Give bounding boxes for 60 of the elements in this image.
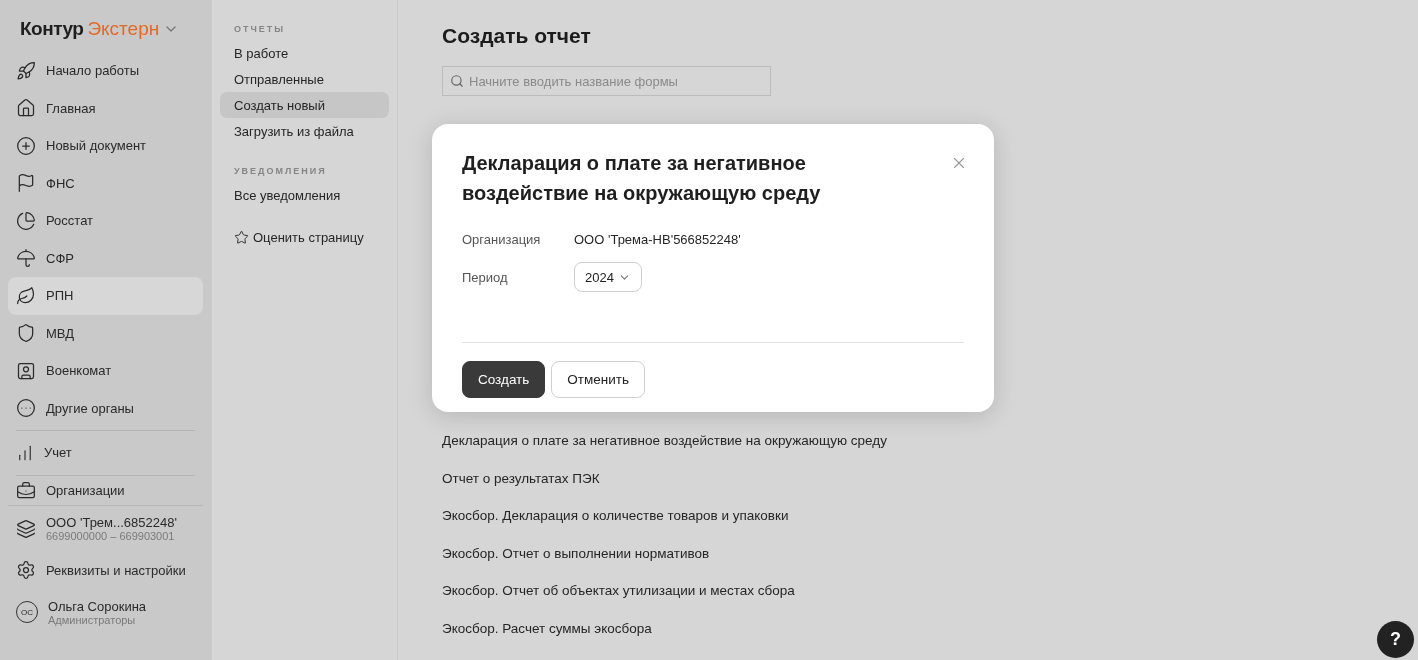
search-icon [450, 74, 464, 88]
nav-item[interactable]: Организации [8, 478, 203, 503]
subnav-item[interactable]: Отправленные [220, 66, 389, 92]
field-label: Организация [462, 231, 542, 247]
settings-icon [16, 560, 36, 581]
nav-icon [16, 98, 36, 119]
dialog-title: Декларация о плате за негативное воздействие на окружающую среду [462, 151, 822, 206]
field-label: Период [462, 269, 509, 285]
nav-item[interactable]: Учет [8, 434, 203, 472]
create-button[interactable]: Создать [462, 361, 546, 398]
organization-name: ООО 'Трем...6852248' [46, 515, 177, 530]
nav-item[interactable]: Военкомат [8, 352, 203, 390]
nav-icon [16, 398, 36, 419]
nav-icon [16, 210, 36, 231]
nav-item[interactable]: Реквизиты и настройки [8, 551, 203, 589]
chart-icon [16, 443, 34, 462]
user-name: Ольга Сорокина [48, 598, 147, 614]
nav-icon [16, 173, 36, 194]
period-select[interactable]: 2024 [574, 262, 642, 292]
field-value: ООО 'Трема-НВ'566852248' [574, 231, 742, 247]
organization-switcher[interactable]: ООО 'Трем...6852248' 6699000000 – 669903001 [8, 505, 203, 552]
search-field[interactable]: Начните вводить название формы [442, 66, 771, 96]
cancel-button[interactable]: Отменить [551, 361, 645, 398]
section-title: УВЕДОМЛЕНИЯ [233, 166, 328, 178]
nav-icon [16, 135, 36, 156]
nav-item[interactable]: Новый документ [8, 127, 203, 165]
subnav-item[interactable]: Загрузить из файла [220, 118, 389, 144]
nav-item[interactable]: ФНС [8, 164, 203, 202]
help-button[interactable]: ? [1377, 621, 1414, 658]
section-title: ОТЧЕТЫ [233, 24, 287, 36]
nav-icon [16, 360, 36, 381]
form-list-item[interactable]: Декларация о плате за негативное воздействие на окружающую среду [442, 422, 1374, 460]
nav-item[interactable]: МВД [8, 314, 203, 352]
user-role: Администраторы [48, 613, 136, 626]
nav-item[interactable]: Главная [8, 89, 203, 127]
nav-icon [16, 323, 36, 344]
briefcase-icon [16, 480, 36, 501]
form-list-item[interactable]: Экосбор. Отчет об объектах утилизации и местах сбора [442, 572, 1374, 610]
nav-item[interactable]: СФР [8, 239, 203, 277]
nav-icon [16, 248, 36, 269]
user-profile[interactable]: ОС Ольга Сорокина Администраторы [8, 589, 203, 635]
form-list-item[interactable]: Экосбор. Отчет о выполнении нормативов [442, 534, 1374, 572]
nav-icon [16, 285, 36, 306]
nav-item[interactable]: РПН [8, 277, 203, 315]
nav-icon [16, 60, 36, 81]
subnav-item[interactable]: Все уведомления [220, 182, 389, 208]
logo[interactable]: Контур Экстерн [8, 18, 203, 52]
star-icon [234, 230, 249, 245]
form-list-item[interactable]: Экосбор. Декларация о количестве товаров и упаковки [442, 497, 1374, 535]
subnav-item[interactable]: Создать новый [220, 92, 389, 118]
organization-codes: 6699000000 – 669903001 [46, 530, 176, 542]
rate-page-link[interactable]: Оценить страницу [220, 230, 389, 245]
form-list-item[interactable]: Экосбор. Расчет суммы экосбора [442, 609, 1374, 647]
page-title: Создать отчет [442, 24, 592, 48]
nav-item[interactable]: Другие органы [8, 389, 203, 427]
subnav-item[interactable]: В работе [220, 40, 389, 66]
stack-icon [16, 518, 36, 539]
nav-item[interactable]: Начало работы [8, 52, 203, 90]
form-list-item[interactable]: Отчет о результатах ПЭК [442, 459, 1374, 497]
nav-item[interactable]: Росстат [8, 202, 203, 240]
